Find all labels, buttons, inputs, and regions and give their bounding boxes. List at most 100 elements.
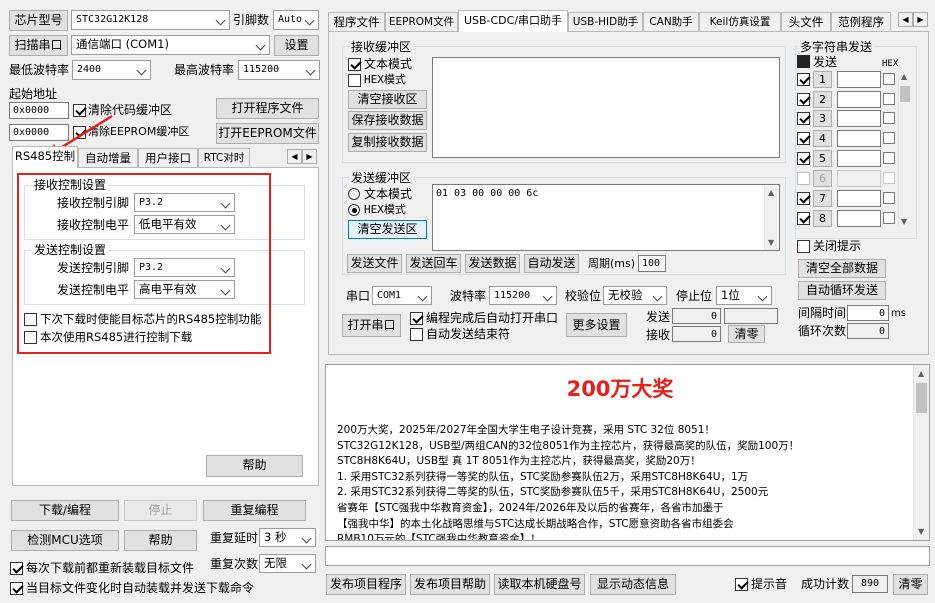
stop-button[interactable]: 停止: [124, 500, 197, 521]
multi-row-6-checkbox[interactable]: [797, 172, 810, 185]
multi-row-3-input[interactable]: [837, 110, 881, 127]
period-input[interactable]: 100: [638, 255, 666, 272]
multi-row-1-input[interactable]: [837, 71, 881, 88]
multi-send-scrollbar[interactable]: ▲ ▼: [898, 71, 911, 227]
tab-user-interface[interactable]: 用户接口: [138, 148, 198, 168]
interval-input[interactable]: 0: [847, 305, 889, 321]
multi-row-4-hex-checkbox[interactable]: [883, 132, 895, 144]
publish-help-button[interactable]: 发布项目帮助: [410, 574, 490, 595]
multi-row-8-checkbox[interactable]: [797, 212, 810, 225]
multi-row-4-send-button[interactable]: 4: [813, 130, 832, 147]
publish-program-button[interactable]: 发布项目程序: [326, 574, 406, 595]
auto-end-char-checkbox[interactable]: [410, 328, 423, 341]
tab-eeprom-file[interactable]: EEPROM文件: [385, 12, 458, 32]
right-tab-scroll-right-icon[interactable]: ▶: [913, 12, 928, 27]
recv-hex-mode-checkbox[interactable]: [348, 74, 361, 87]
check-mcu-button[interactable]: 检测MCU选项: [11, 530, 119, 551]
read-disk-serial-button[interactable]: 读取本机硬盘号: [494, 574, 585, 595]
multi-row-6-send-button[interactable]: 6: [813, 170, 832, 187]
right-tab-scroll-left-icon[interactable]: ◀: [898, 12, 913, 27]
tab-scroll-right-icon[interactable]: ▶: [302, 149, 317, 164]
settings-button[interactable]: 设置: [274, 35, 319, 56]
multi-row-2-hex-checkbox[interactable]: [883, 93, 895, 105]
send-text-mode-radio[interactable]: [348, 188, 360, 200]
recv-text-mode-checkbox[interactable]: [348, 58, 361, 71]
reprogram-button[interactable]: 重复编程: [203, 500, 306, 521]
close-hint-checkbox[interactable]: [797, 240, 810, 253]
multi-row-3-checkbox[interactable]: [797, 112, 810, 125]
tab-keil-emulation[interactable]: Keil仿真设置: [699, 12, 781, 32]
multi-scroll-down-icon[interactable]: ▼: [901, 217, 907, 226]
multi-scroll-up-icon[interactable]: ▲: [901, 72, 907, 81]
chip-model-select[interactable]: STC32G12K128: [71, 10, 230, 30]
clear-recv-button[interactable]: 清空接收区: [348, 90, 427, 109]
multi-row-5-send-button[interactable]: 5: [813, 150, 832, 167]
send-textarea[interactable]: 01 03 00 00 00 6c ▲ ▼: [432, 184, 780, 251]
auto-loop-send-button[interactable]: 自动循环发送: [798, 281, 886, 300]
success-clear-button[interactable]: 清零: [893, 574, 928, 595]
tab-can[interactable]: CAN助手: [643, 12, 699, 32]
auto-open-port-checkbox[interactable]: [410, 312, 423, 325]
reload-before-download-checkbox[interactable]: [10, 562, 23, 575]
send-return-button[interactable]: 发送回车: [406, 254, 461, 273]
repeat-count-select[interactable]: 无限: [259, 554, 316, 573]
rs485-help-button[interactable]: 帮助: [206, 455, 303, 477]
multi-row-2-checkbox[interactable]: [797, 93, 810, 106]
send-hex-mode-radio[interactable]: [348, 204, 360, 216]
copy-recv-button[interactable]: 复制接收数据: [348, 133, 427, 152]
stopbit-select[interactable]: 1位: [716, 286, 772, 305]
parity-select[interactable]: 无校验: [603, 286, 667, 305]
scan-port-button[interactable]: 扫描串口: [9, 35, 68, 56]
multi-row-4-checkbox[interactable]: [797, 132, 810, 145]
auto-reload-checkbox[interactable]: [10, 582, 23, 595]
port-select[interactable]: COM1: [372, 286, 432, 305]
multi-row-8-input[interactable]: [837, 210, 881, 227]
open-port-button[interactable]: 打开串口: [342, 314, 401, 337]
chip-model-button[interactable]: 芯片型号: [9, 10, 68, 31]
multi-row-7-checkbox[interactable]: [797, 192, 810, 205]
tab-usb-cdc-serial[interactable]: USB-CDC/串口助手: [458, 10, 568, 32]
multi-row-6-input[interactable]: [837, 170, 881, 187]
tab-header-file[interactable]: 头文件: [781, 12, 831, 32]
pin-count-select[interactable]: Auto: [273, 10, 319, 30]
auto-send-button[interactable]: 自动发送: [524, 254, 579, 273]
multi-row-4-input[interactable]: [837, 130, 881, 147]
news-scroll-thumb[interactable]: [916, 383, 927, 413]
tab-usb-hid[interactable]: USB-HID助手: [568, 12, 643, 32]
multi-row-1-hex-checkbox[interactable]: [883, 73, 895, 85]
multi-row-1-send-button[interactable]: 1: [813, 71, 832, 88]
send-file-button[interactable]: 发送文件: [347, 254, 402, 273]
save-recv-button[interactable]: 保存接收数据: [348, 111, 427, 130]
multi-row-6-hex-checkbox[interactable]: [883, 172, 895, 184]
multi-row-7-send-button[interactable]: 7: [813, 190, 832, 207]
multi-row-3-hex-checkbox[interactable]: [883, 112, 895, 124]
multi-row-8-send-button[interactable]: 8: [813, 210, 832, 227]
clear-count-button[interactable]: 清零: [728, 325, 765, 343]
clear-all-data-button[interactable]: 清空全部数据: [798, 259, 886, 278]
multi-send-all-checkbox[interactable]: [797, 55, 810, 68]
open-eeprom-file-button[interactable]: 打开EEPROM文件: [216, 123, 319, 144]
multi-row-7-input[interactable]: [837, 190, 881, 207]
multi-row-2-send-button[interactable]: 2: [813, 91, 832, 108]
max-baud-select[interactable]: 115200: [238, 60, 320, 80]
news-scroll-up-icon[interactable]: ▲: [918, 369, 924, 378]
show-dynamic-info-button[interactable]: 显示动态信息: [590, 574, 676, 595]
help-button[interactable]: 帮助: [124, 530, 197, 551]
tab-examples[interactable]: 范例程序: [831, 12, 891, 32]
tab-rtc[interactable]: RTC对时: [198, 148, 250, 168]
multi-row-5-checkbox[interactable]: [797, 152, 810, 165]
multi-scroll-thumb[interactable]: [900, 86, 910, 102]
recv-textarea[interactable]: [432, 57, 780, 158]
beep-checkbox[interactable]: [735, 578, 748, 591]
news-scrollbar[interactable]: ▲ ▼: [913, 365, 929, 540]
send-data-button[interactable]: 发送数据: [465, 254, 520, 273]
min-baud-select[interactable]: 2400: [72, 60, 151, 80]
multi-row-2-input[interactable]: [837, 91, 881, 108]
baud-select[interactable]: 115200: [489, 286, 557, 305]
download-program-button[interactable]: 下载/编程: [11, 500, 119, 521]
multi-row-1-checkbox[interactable]: [797, 73, 810, 86]
tab-program-file[interactable]: 程序文件: [328, 12, 385, 32]
multi-row-8-hex-checkbox[interactable]: [883, 212, 895, 224]
com-port-select[interactable]: 通信端口 (COM1): [71, 35, 270, 55]
clear-send-button[interactable]: 清空发送区: [348, 220, 427, 239]
